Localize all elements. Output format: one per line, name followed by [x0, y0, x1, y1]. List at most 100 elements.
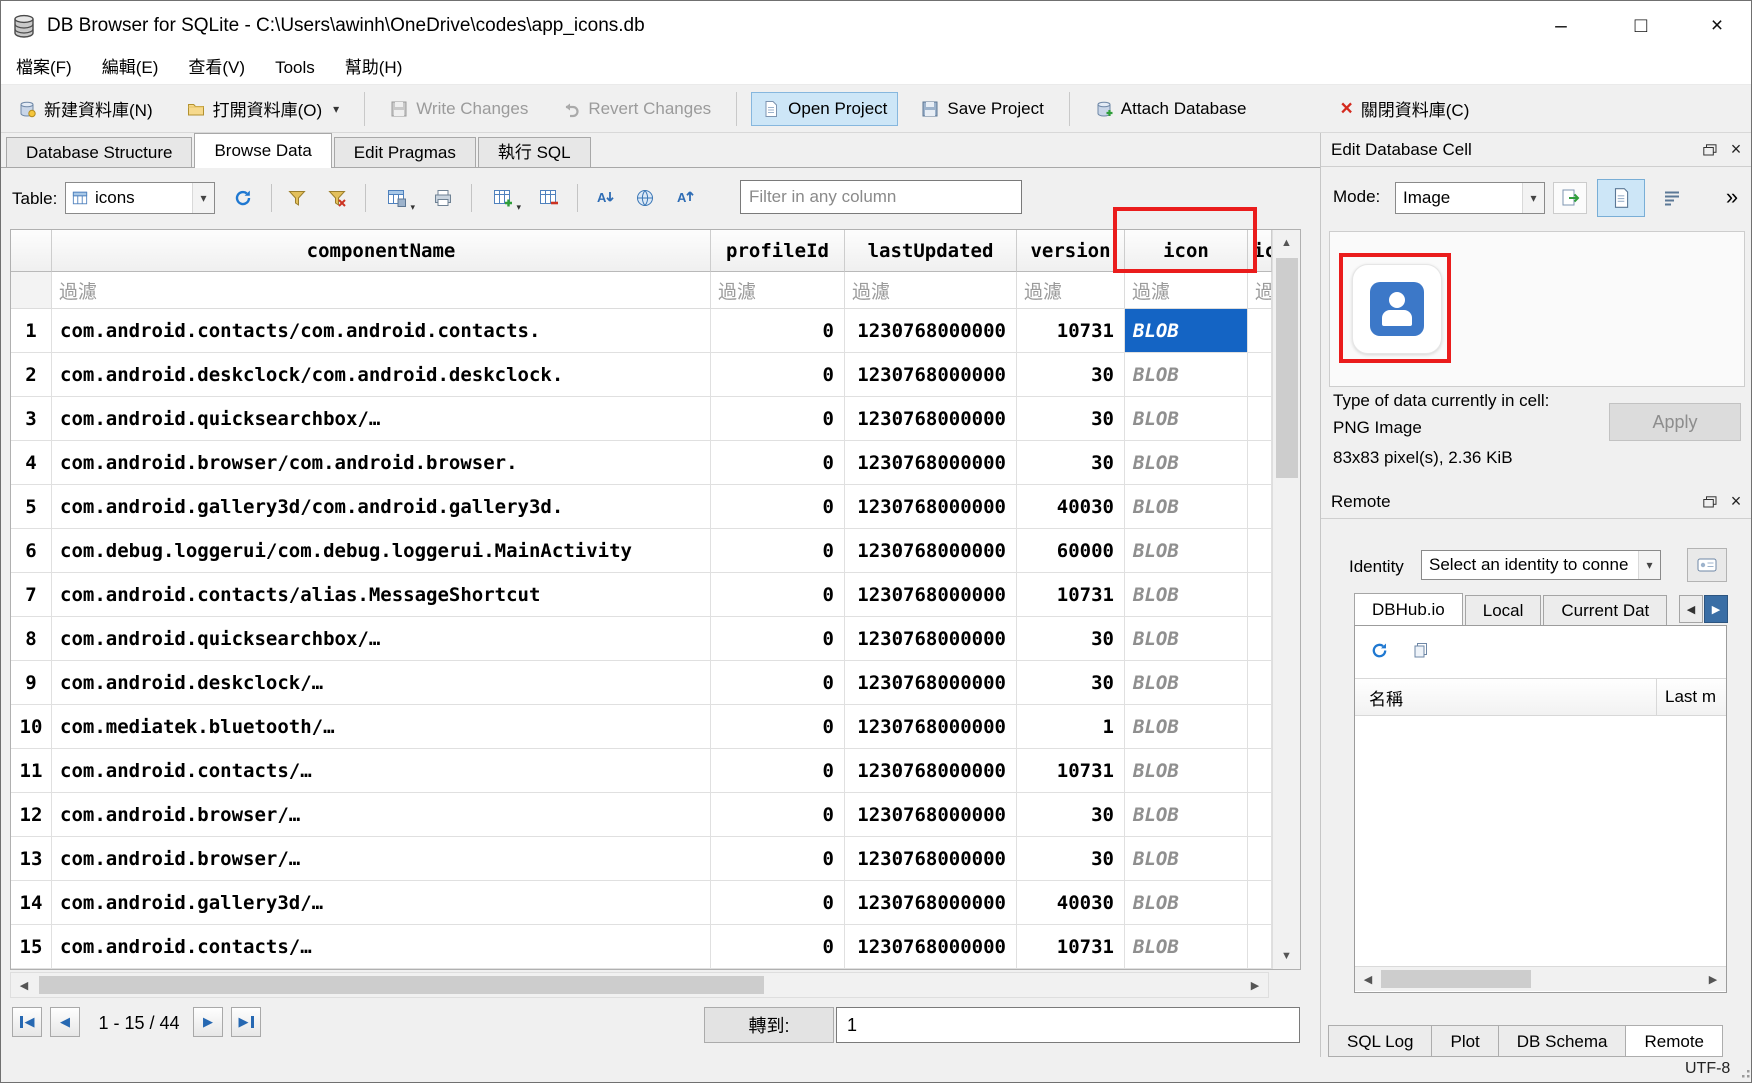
resize-grip[interactable] — [1739, 1067, 1751, 1079]
open-project-button[interactable]: Open Project — [751, 92, 898, 126]
apply-button[interactable]: Apply — [1609, 403, 1741, 441]
cell-icon[interactable]: BLOB — [1125, 441, 1248, 485]
open-database-dropdown-icon[interactable]: ▾ — [333, 102, 339, 116]
cell-profileId[interactable]: 0 — [711, 661, 845, 705]
insert-record-dropdown-icon[interactable]: ▾ — [516, 203, 521, 212]
row-number[interactable]: 4 — [11, 441, 52, 485]
cell-version[interactable]: 10731 — [1017, 925, 1125, 969]
header-lastUpdated[interactable]: lastUpdated — [845, 230, 1017, 272]
more-tools-chevron[interactable]: » — [1715, 181, 1749, 213]
remote-horizontal-scrollbar[interactable]: ◀ ▶ — [1355, 966, 1726, 991]
cell-componentName[interactable]: com.android.gallery3d/… — [52, 881, 711, 925]
cell-version[interactable]: 40030 — [1017, 485, 1125, 529]
cell-version[interactable]: 30 — [1017, 617, 1125, 661]
menu-edit[interactable]: 編輯(E) — [87, 51, 174, 85]
cell-lastUpdated[interactable]: 1230768000000 — [845, 661, 1017, 705]
cell-partial[interactable] — [1248, 573, 1272, 617]
cell-profileId[interactable]: 0 — [711, 837, 845, 881]
filter-componentName[interactable]: 過濾 — [52, 272, 711, 309]
mode-selector[interactable]: Image ▾ — [1395, 182, 1545, 214]
identity-selector[interactable]: Select an identity to conne ▾ — [1421, 550, 1661, 580]
cell-profileId[interactable]: 0 — [711, 749, 845, 793]
cell-partial[interactable] — [1248, 617, 1272, 661]
cell-partial[interactable] — [1248, 529, 1272, 573]
tab-current-database[interactable]: Current Dat — [1543, 595, 1667, 625]
cell-componentName[interactable]: com.android.contacts/… — [52, 749, 711, 793]
row-number[interactable]: 11 — [11, 749, 52, 793]
cell-profileId[interactable]: 0 — [711, 881, 845, 925]
cell-lastUpdated[interactable]: 1230768000000 — [845, 881, 1017, 925]
insert-record-button[interactable]: ▾ — [483, 182, 523, 214]
cell-lastUpdated[interactable]: 1230768000000 — [845, 837, 1017, 881]
cell-icon[interactable]: BLOB — [1125, 793, 1248, 837]
cell-componentName[interactable]: com.android.browser/… — [52, 837, 711, 881]
close-database-button[interactable]: × 關閉資料庫(C) — [1330, 89, 1481, 128]
cell-profileId[interactable]: 0 — [711, 309, 845, 353]
first-record-button[interactable]: ◀ — [12, 1007, 42, 1037]
cell-partial[interactable] — [1248, 837, 1272, 881]
remote-clone-button[interactable] — [1407, 636, 1435, 664]
cell-version[interactable]: 30 — [1017, 793, 1125, 837]
remote-scroll-left-button[interactable]: ◀ — [1355, 967, 1381, 991]
minimize-button[interactable]: – — [1538, 5, 1584, 47]
cell-profileId[interactable]: 0 — [711, 529, 845, 573]
cell-icon[interactable]: BLOB — [1125, 749, 1248, 793]
remote-header-name[interactable]: 名稱 — [1355, 685, 1656, 710]
cell-icon-selected[interactable]: BLOB — [1125, 309, 1248, 353]
cell-partial[interactable] — [1248, 353, 1272, 397]
row-number[interactable]: 12 — [11, 793, 52, 837]
cell-version[interactable]: 60000 — [1017, 529, 1125, 573]
cell-profileId[interactable]: 0 — [711, 485, 845, 529]
cell-lastUpdated[interactable]: 1230768000000 — [845, 925, 1017, 969]
row-number[interactable]: 1 — [11, 309, 52, 353]
row-number[interactable]: 13 — [11, 837, 52, 881]
row-number[interactable]: 2 — [11, 353, 52, 397]
cell-partial[interactable] — [1248, 397, 1272, 441]
cell-partial[interactable] — [1248, 793, 1272, 837]
vertical-scroll-thumb[interactable] — [1276, 258, 1298, 478]
cell-icon[interactable]: BLOB — [1125, 529, 1248, 573]
refresh-button[interactable] — [227, 182, 259, 214]
cell-partial[interactable] — [1248, 749, 1272, 793]
close-button[interactable]: × — [1694, 5, 1740, 47]
float-panel-button[interactable] — [1697, 490, 1723, 514]
cell-partial[interactable] — [1248, 881, 1272, 925]
tab-dbhub[interactable]: DBHub.io — [1354, 593, 1463, 625]
cell-partial[interactable] — [1248, 441, 1272, 485]
row-number[interactable]: 10 — [11, 705, 52, 749]
import-data-button[interactable] — [1553, 182, 1587, 214]
tab-scroll-left-button[interactable]: ◀ — [1679, 595, 1703, 623]
tab-edit-pragmas[interactable]: Edit Pragmas — [334, 137, 476, 167]
cell-profileId[interactable]: 0 — [711, 573, 845, 617]
cell-componentName[interactable]: com.android.browser/… — [52, 793, 711, 837]
cell-partial[interactable] — [1248, 705, 1272, 749]
encoding-button[interactable] — [629, 182, 661, 214]
cell-componentName[interactable]: com.android.contacts/alias.MessageShortc… — [52, 573, 711, 617]
tab-execute-sql[interactable]: 執行 SQL — [478, 137, 591, 167]
cell-version[interactable]: 40030 — [1017, 881, 1125, 925]
cell-icon[interactable]: BLOB — [1125, 485, 1248, 529]
scroll-left-button[interactable]: ◀ — [11, 973, 37, 997]
new-database-button[interactable]: 新建資料庫(N) — [7, 89, 164, 128]
write-changes-button[interactable]: Write Changes — [379, 92, 539, 126]
cell-partial[interactable] — [1248, 485, 1272, 529]
table-selector[interactable]: icons ▾ — [65, 182, 215, 214]
cell-icon[interactable]: BLOB — [1125, 661, 1248, 705]
cell-icon[interactable]: BLOB — [1125, 573, 1248, 617]
filter-profileId[interactable]: 過濾 — [711, 272, 845, 309]
cell-profileId[interactable]: 0 — [711, 705, 845, 749]
cell-profileId[interactable]: 0 — [711, 441, 845, 485]
blob-image[interactable] — [1352, 264, 1442, 354]
cell-profileId[interactable]: 0 — [711, 617, 845, 661]
revert-changes-button[interactable]: Revert Changes — [551, 92, 722, 126]
cell-componentName[interactable]: com.android.deskclock/… — [52, 661, 711, 705]
save-project-button[interactable]: Save Project — [910, 92, 1054, 126]
remote-scroll-right-button[interactable]: ▶ — [1700, 967, 1726, 991]
cell-lastUpdated[interactable]: 1230768000000 — [845, 529, 1017, 573]
cell-componentName[interactable]: com.android.deskclock/com.android.deskcl… — [52, 353, 711, 397]
cell-version[interactable]: 1 — [1017, 705, 1125, 749]
row-number[interactable]: 9 — [11, 661, 52, 705]
cell-version[interactable]: 10731 — [1017, 749, 1125, 793]
cell-lastUpdated[interactable]: 1230768000000 — [845, 705, 1017, 749]
cell-componentName[interactable]: com.android.gallery3d/com.android.galler… — [52, 485, 711, 529]
